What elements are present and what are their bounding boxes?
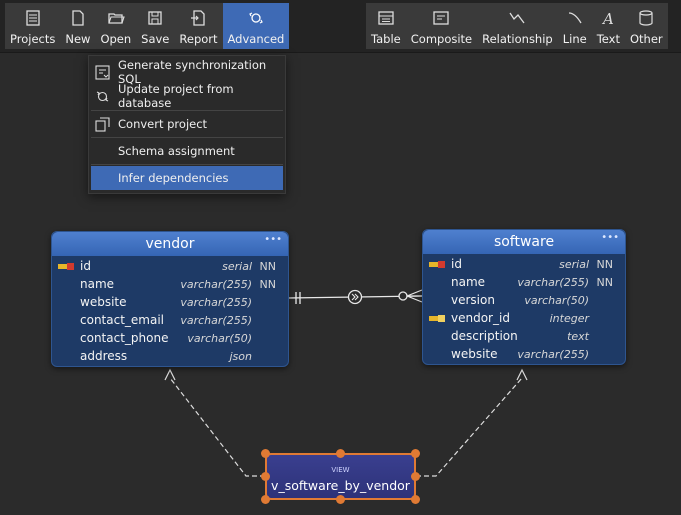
column-type: varchar(50): [524, 294, 589, 307]
advanced-menu: Generate synchronization SQL Update proj…: [88, 55, 286, 194]
column-not-null: NN: [596, 258, 613, 271]
column-type: json: [229, 350, 253, 363]
software-table[interactable]: software ••• id serial NN name varchar(2…: [422, 229, 626, 365]
column-type: varchar(255): [180, 296, 252, 309]
primary-key-icon: [429, 261, 445, 268]
menu-item-label: Update project from database: [118, 82, 234, 110]
column-type: integer: [549, 312, 589, 325]
table-row[interactable]: website varchar(255): [52, 294, 288, 312]
resize-handle[interactable]: [411, 495, 420, 504]
table-row[interactable]: name varchar(255) NN: [423, 274, 625, 292]
menu-item-update-from-db[interactable]: Update project from database: [91, 82, 283, 110]
vendor-table[interactable]: vendor ••• id serial NN name varchar(255…: [51, 231, 289, 367]
column-name: address: [80, 349, 128, 363]
table-row[interactable]: version varchar(50): [423, 292, 625, 310]
menu-separator: [91, 137, 283, 138]
column-name: website: [80, 295, 127, 309]
convert-icon: [95, 116, 110, 132]
sync-sql-icon: [95, 64, 110, 80]
column-type: varchar(50): [187, 332, 252, 345]
resize-handle[interactable]: [411, 449, 420, 458]
column-name: contact_phone: [80, 331, 169, 345]
column-name: version: [451, 293, 495, 307]
menu-item-generate-sync-sql[interactable]: Generate synchronization SQL: [91, 58, 283, 86]
column-not-null: NN: [259, 260, 276, 273]
column-name: description: [451, 329, 518, 343]
menu-item-schema-assignment[interactable]: Schema assignment: [91, 139, 283, 163]
vendor-table-header[interactable]: vendor •••: [52, 232, 288, 256]
column-name: vendor_id: [451, 311, 510, 325]
column-type: varchar(255): [517, 276, 589, 289]
menu-item-label: Infer dependencies: [118, 171, 229, 185]
table-row[interactable]: vendor_id integer: [423, 310, 625, 328]
view-vendor-dependency[interactable]: [164, 368, 265, 477]
view-software-dependency[interactable]: [416, 368, 528, 477]
table-row[interactable]: contact_phone varchar(50): [52, 330, 288, 348]
update-db-icon: [96, 91, 109, 101]
resize-handle[interactable]: [336, 449, 345, 458]
software-table-menu-icon[interactable]: •••: [601, 232, 619, 243]
column-not-null: NN: [596, 276, 613, 289]
menu-separator: [91, 164, 283, 165]
column-type: serial: [559, 258, 589, 271]
column-type: varchar(255): [517, 348, 589, 361]
resize-handle[interactable]: [411, 472, 420, 481]
menu-item-label: Convert project: [118, 117, 208, 131]
vendor-table-title: vendor: [145, 236, 195, 252]
menu-separator: [91, 110, 283, 111]
view-type-tag: VIEW: [331, 466, 350, 474]
menu-item-label: Schema assignment: [118, 144, 235, 158]
column-name: contact_email: [80, 313, 164, 327]
column-type: varchar(255): [180, 278, 252, 291]
column-name: name: [80, 277, 115, 291]
resize-handle[interactable]: [261, 495, 270, 504]
resize-handle[interactable]: [261, 449, 270, 458]
software-table-title: software: [493, 234, 555, 250]
primary-key-icon: [58, 263, 74, 270]
table-row[interactable]: contact_email varchar(255): [52, 312, 288, 330]
menu-item-infer-dependencies[interactable]: Infer dependencies: [91, 166, 283, 190]
table-row[interactable]: description text: [423, 328, 625, 346]
resize-handle[interactable]: [336, 495, 345, 504]
foreign-key-icon: [429, 315, 445, 322]
table-row[interactable]: id serial NN: [423, 256, 625, 274]
table-row[interactable]: id serial NN: [52, 258, 288, 276]
column-type: varchar(255): [180, 314, 252, 327]
column-type: text: [567, 330, 589, 343]
column-name: name: [451, 275, 486, 289]
table-row[interactable]: website varchar(255): [423, 346, 625, 364]
menu-item-convert-project[interactable]: Convert project: [91, 112, 283, 136]
view-name: v_software_by_vendor: [271, 478, 410, 493]
view-object[interactable]: VIEW v_software_by_vendor: [265, 453, 416, 500]
software-table-header[interactable]: software •••: [423, 230, 625, 254]
vendor-table-menu-icon[interactable]: •••: [264, 234, 282, 245]
table-row[interactable]: name varchar(255) NN: [52, 276, 288, 294]
column-name: id: [80, 259, 91, 273]
resize-handle[interactable]: [261, 472, 270, 481]
column-name: website: [451, 347, 498, 361]
table-row[interactable]: address json: [52, 348, 288, 366]
column-type: serial: [222, 260, 252, 273]
column-not-null: NN: [259, 278, 276, 291]
column-name: id: [451, 257, 462, 271]
vendor-software-relationship[interactable]: [287, 289, 423, 305]
